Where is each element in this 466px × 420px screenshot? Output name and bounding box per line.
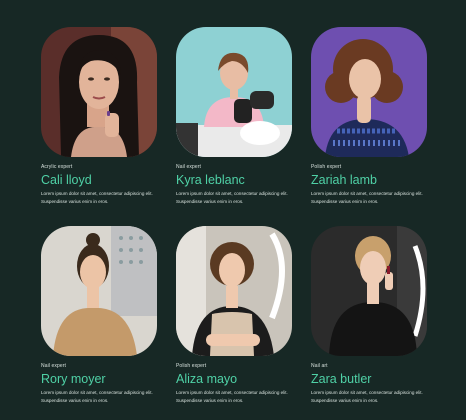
team-member-photo bbox=[41, 27, 157, 157]
member-description: Lorem ipsum dolor sit amet, consectetur … bbox=[311, 191, 423, 204]
member-name[interactable]: Cali lloyd bbox=[41, 173, 157, 187]
member-role: Nail expert bbox=[41, 363, 66, 369]
member-description: Lorem ipsum dolor sit amet, consectetur … bbox=[176, 390, 288, 403]
member-role: Polish expert bbox=[311, 164, 342, 170]
portrait-image bbox=[311, 226, 427, 356]
member-description: Lorem ipsum dolor sit amet, consectetur … bbox=[176, 191, 288, 204]
team-grid: Acrylic expert Cali lloyd Lorem ipsum do… bbox=[0, 0, 466, 420]
team-card[interactable]: Polish expert Aliza mayo Lorem ipsum dol… bbox=[176, 226, 292, 405]
portrait-image bbox=[176, 226, 292, 356]
member-name[interactable]: Zara butler bbox=[311, 372, 427, 386]
member-description: Lorem ipsum dolor sit amet, consectetur … bbox=[41, 390, 153, 403]
member-role: Nail expert bbox=[176, 164, 201, 170]
member-role: Nail art bbox=[311, 363, 328, 369]
team-member-photo bbox=[311, 226, 427, 356]
portrait-image bbox=[176, 27, 292, 157]
member-name[interactable]: Aliza mayo bbox=[176, 372, 292, 386]
member-role: Polish expert bbox=[176, 363, 207, 369]
member-name[interactable]: Zariah lamb bbox=[311, 173, 427, 187]
team-member-photo bbox=[41, 226, 157, 356]
team-member-photo bbox=[176, 226, 292, 356]
team-card[interactable]: Nail art Zara butler Lorem ipsum dolor s… bbox=[311, 226, 427, 405]
team-card[interactable]: Polish expert Zariah lamb Lorem ipsum do… bbox=[311, 27, 427, 206]
team-card[interactable]: Nail expert Rory moyer Lorem ipsum dolor… bbox=[41, 226, 157, 405]
team-member-photo bbox=[311, 27, 427, 157]
team-card[interactable]: Acrylic expert Cali lloyd Lorem ipsum do… bbox=[41, 27, 157, 206]
member-description: Lorem ipsum dolor sit amet, consectetur … bbox=[41, 191, 153, 204]
member-name[interactable]: Kyra leblanc bbox=[176, 173, 292, 187]
team-member-photo bbox=[176, 27, 292, 157]
member-description: Lorem ipsum dolor sit amet, consectetur … bbox=[311, 390, 423, 403]
portrait-image bbox=[41, 226, 157, 356]
team-card[interactable]: Nail expert Kyra leblanc Lorem ipsum dol… bbox=[176, 27, 292, 206]
member-name[interactable]: Rory moyer bbox=[41, 372, 157, 386]
portrait-image bbox=[41, 27, 157, 157]
portrait-image bbox=[311, 27, 427, 157]
member-role: Acrylic expert bbox=[41, 164, 73, 170]
